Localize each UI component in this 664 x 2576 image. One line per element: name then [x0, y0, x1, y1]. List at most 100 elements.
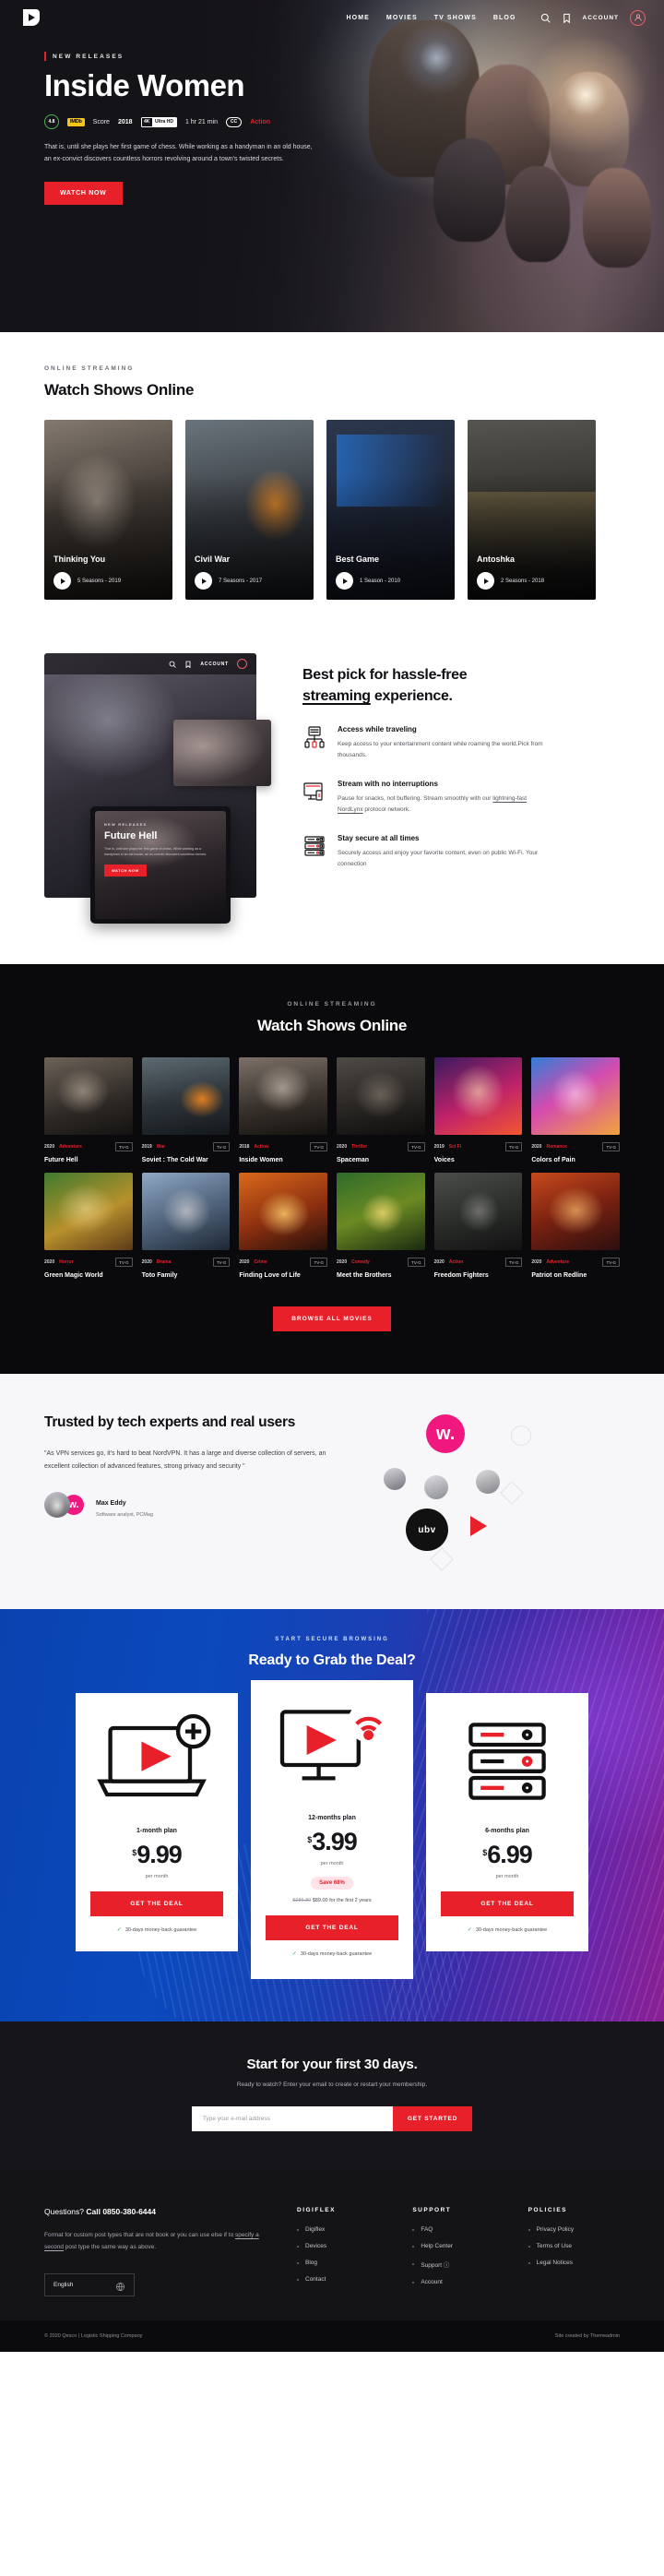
closed-caption-badge: CC: [225, 116, 243, 127]
movie-meta: 2020 Drama TV-G: [142, 1258, 231, 1267]
movie-card[interactable]: 2019 War TV-G Soviet : The Cold War: [141, 1057, 231, 1163]
footer-link[interactable]: Contact: [305, 2276, 326, 2283]
movie-year: 2020: [531, 1144, 542, 1150]
movie-artwork: [141, 1057, 231, 1135]
footer-link[interactable]: Account: [421, 2279, 443, 2285]
nav-item-tv-shows[interactable]: TV SHOWS: [434, 15, 477, 21]
desktop-monitor-icon: [302, 780, 326, 804]
decor-diamond: [500, 1481, 524, 1505]
play-icon[interactable]: [53, 572, 71, 590]
movie-meta: 2019 Sci Fi TV-G: [434, 1142, 523, 1151]
footer-column-heading: SUPPORT: [412, 2207, 452, 2214]
footer-link[interactable]: FAQ: [421, 2226, 433, 2233]
device-account-label[interactable]: ACCOUNT: [200, 662, 229, 667]
plan-period: per month: [320, 1860, 344, 1866]
movie-card[interactable]: 2020 Action TV-G Freedom Fighters: [433, 1173, 523, 1279]
browse-all-movies-button[interactable]: BROWSE ALL MOVIES: [273, 1306, 391, 1331]
movie-card[interactable]: 2020 Comedy TV-G Meet the Brothers: [336, 1173, 425, 1279]
show-card[interactable]: Antoshka 2 Seasons - 2018: [468, 420, 596, 600]
movie-title: Future Hell: [44, 1157, 78, 1163]
feature-body: Keep access to your entertainment conten…: [338, 741, 543, 759]
show-title: Thinking You: [53, 555, 106, 564]
trusted-section: Trusted by tech experts and real users "…: [0, 1374, 664, 1609]
trusted-heading: Trusted by tech experts and real users: [44, 1414, 296, 1430]
footer-link[interactable]: Support ⓘ: [421, 2260, 449, 2269]
globe-icon: [115, 2280, 125, 2292]
footer-list-item: Devices: [297, 2243, 388, 2249]
footer-link[interactable]: Blog: [305, 2260, 317, 2266]
movie-card[interactable]: 2020 Horror TV-G Green Magic World: [44, 1173, 133, 1279]
footer-list-item: Contact: [297, 2276, 388, 2283]
footer-link[interactable]: Terms of Use: [537, 2243, 572, 2249]
account-label[interactable]: ACCOUNT: [583, 15, 620, 21]
show-card-body: Antoshka 2 Seasons - 2018: [468, 545, 596, 600]
movie-artwork: [336, 1173, 425, 1250]
play-logo-icon[interactable]: [20, 7, 41, 28]
footer-left: Questions? Call 0850-380-6444 Format for…: [44, 2207, 273, 2297]
movie-meta: 2018 Action TV-G: [239, 1142, 327, 1151]
server-rack-icon: [302, 834, 326, 858]
show-title: Best Game: [336, 555, 380, 564]
watch-now-button[interactable]: WATCH NOW: [44, 181, 123, 205]
testimonial-author: w. Max Eddy Software analyst, PCMag: [44, 1492, 349, 1519]
author-role: Software analyst, PCMag: [96, 1511, 154, 1518]
show-card[interactable]: Civil War 7 Seasons - 2017: [185, 420, 314, 600]
footer-list-item: FAQ: [412, 2226, 504, 2233]
feature-text: Stream with no interruptions Pause for s…: [338, 780, 551, 816]
show-card[interactable]: Thinking You 5 Seasons - 2019: [44, 420, 172, 600]
footer-bottom-bar: © 2020 Qesco | Logistic Shipping Company…: [0, 2320, 664, 2353]
show-card-footer: 2 Seasons - 2018: [477, 572, 587, 590]
movie-genre: Thriller: [351, 1144, 368, 1150]
pricing-cards: 1-month plan $ 9.99 per month GET THE DE…: [37, 1680, 627, 1980]
movie-card[interactable]: 2020 Adventure TV-G Patriot on Redline: [531, 1173, 620, 1279]
phone-eyebrow: NEW RELEASES: [104, 822, 148, 827]
play-icon[interactable]: [336, 572, 353, 590]
movie-card[interactable]: 2020 Adventure TV-G Future Hell: [44, 1057, 133, 1163]
movie-card[interactable]: 2020 Thriller TV-G Spaceman: [336, 1057, 425, 1163]
best-pick-content: Best pick for hassle-free streaming expe…: [302, 642, 620, 924]
get-started-button[interactable]: GET STARTED: [392, 2106, 473, 2132]
footer-link[interactable]: Legal Notices: [537, 2260, 573, 2266]
footer-link[interactable]: Digiflex: [305, 2226, 325, 2233]
play-icon[interactable]: [195, 572, 212, 590]
nav-item-movies[interactable]: MOVIES: [386, 15, 418, 21]
movie-card[interactable]: 2020 Crime TV-G Finding Love of Life: [239, 1173, 327, 1279]
bookmark-icon[interactable]: [184, 656, 192, 673]
email-field[interactable]: [191, 2106, 393, 2132]
show-card-body: Best Game 1 Season - 2010: [326, 545, 455, 600]
movie-artwork: [44, 1057, 133, 1135]
footer-link[interactable]: Devices: [305, 2243, 326, 2249]
footer-link[interactable]: Privacy Policy: [537, 2226, 574, 2233]
get-the-deal-button[interactable]: GET THE DEAL: [441, 1890, 574, 1916]
feature-body-pre: Pause for snacks, not buffering. Stream …: [338, 795, 493, 803]
plan-price: 9.99: [136, 1841, 183, 1868]
phone-watch-button[interactable]: WATCH NOW: [104, 865, 147, 877]
movie-rating: TV-G: [504, 1142, 523, 1151]
nav-item-home[interactable]: HOME: [347, 15, 370, 21]
play-icon[interactable]: [477, 572, 494, 590]
get-the-deal-button[interactable]: GET THE DEAL: [90, 1890, 223, 1916]
footer-phone[interactable]: Call 0850-380-6444: [86, 2207, 156, 2216]
hero-duration: 1 hr 21 min: [184, 118, 218, 125]
movie-artwork: [531, 1173, 620, 1250]
search-icon[interactable]: [540, 13, 551, 23]
signup-form: GET STARTED: [44, 2106, 620, 2132]
movie-card[interactable]: 2018 Action TV-G Inside Women: [239, 1057, 327, 1163]
movie-genre: Action: [448, 1259, 464, 1265]
movie-title: Freedom Fighters: [433, 1272, 489, 1279]
nav-item-blog[interactable]: BLOG: [493, 15, 516, 21]
bookmark-icon[interactable]: [562, 13, 572, 23]
user-avatar-icon[interactable]: [630, 9, 646, 26]
movie-card[interactable]: 2019 Sci Fi TV-G Voices: [433, 1057, 523, 1163]
footer-link[interactable]: Help Center: [421, 2243, 453, 2249]
movie-year: 2018: [239, 1144, 250, 1150]
movie-card[interactable]: 2020 Romance TV-G Colors of Pain: [531, 1057, 620, 1163]
movie-card[interactable]: 2020 Drama TV-G Toto Family: [141, 1173, 231, 1279]
show-card[interactable]: Best Game 1 Season - 2010: [326, 420, 455, 600]
language-selector[interactable]: English: [44, 2273, 135, 2297]
user-avatar-icon[interactable]: [237, 659, 247, 669]
movie-year: 2020: [336, 1144, 348, 1150]
get-the-deal-button[interactable]: GET THE DEAL: [266, 1914, 398, 1940]
language-value: English: [53, 2282, 74, 2289]
search-icon[interactable]: [169, 656, 177, 673]
